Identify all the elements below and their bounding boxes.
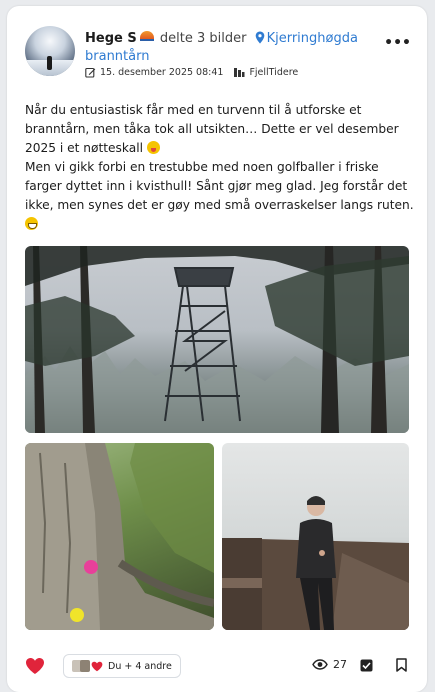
- group-name[interactable]: FjellTidere: [249, 67, 298, 78]
- reaction-avatar-2: [80, 660, 90, 672]
- like-heart-icon[interactable]: [25, 657, 45, 675]
- fire-tower-illustration: [25, 246, 409, 433]
- tree-stump-illustration: [25, 443, 214, 630]
- footer-divider: [7, 646, 427, 647]
- location-pin-icon: [255, 31, 264, 44]
- checkbox-icon[interactable]: [360, 659, 373, 672]
- eye-icon: [312, 659, 328, 670]
- reaction-avatars: [72, 660, 103, 672]
- group-icon: [234, 68, 245, 77]
- post-header: Hege S delte 3 bilder Kjerringhøgda bran…: [85, 30, 385, 66]
- photo-person-on-tower[interactable]: [222, 443, 409, 630]
- post-paragraph-2: Men vi gikk forbi en trestubbe med noen …: [25, 160, 414, 212]
- post-timestamp: 15. desember 2025 08:41: [100, 67, 224, 78]
- tongue-emoji-icon: [146, 141, 160, 154]
- post-card: Hege S delte 3 bilder Kjerringhøgda bran…: [7, 6, 427, 692]
- person-illustration: [222, 496, 409, 630]
- reactions-summary[interactable]: Du + 4 andre: [63, 654, 181, 678]
- views-number: 27: [333, 658, 347, 671]
- more-options-icon[interactable]: •••: [384, 35, 411, 51]
- author-name[interactable]: Hege S: [85, 31, 137, 46]
- shared-text: delte 3 bilder: [159, 31, 247, 46]
- post-meta: 15. desember 2025 08:41 FjellTidere: [85, 67, 298, 78]
- grin-emoji-icon: [25, 217, 38, 230]
- sunset-badge-icon: [139, 31, 154, 41]
- bookmark-icon[interactable]: [396, 658, 407, 672]
- photo-tree-stump[interactable]: [25, 443, 214, 630]
- post-body: Når du entusiastisk får med en turvenn t…: [25, 101, 415, 234]
- edit-icon: [85, 67, 96, 78]
- author-avatar[interactable]: [25, 26, 75, 76]
- avatar-figure: [47, 56, 52, 70]
- photo-fire-tower[interactable]: [25, 246, 409, 433]
- reactions-label: Du + 4 andre: [108, 660, 172, 672]
- reaction-heart-icon: [91, 661, 103, 671]
- view-count: 27: [312, 658, 347, 671]
- post-paragraph-1: Når du entusiastisk får med en turvenn t…: [25, 103, 399, 155]
